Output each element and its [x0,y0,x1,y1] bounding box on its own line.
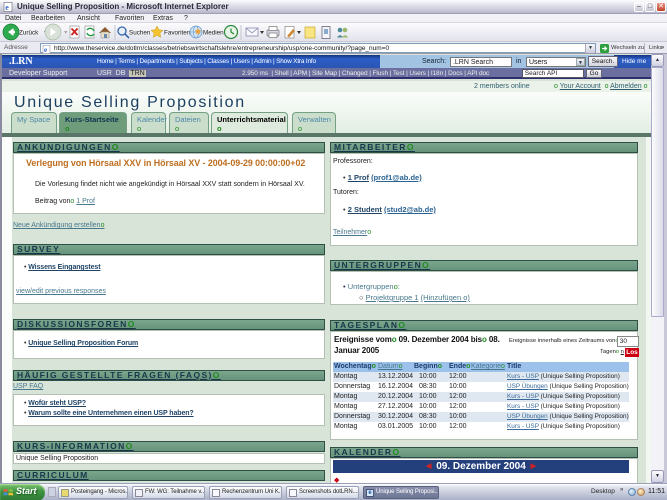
svg-text:e: e [5,3,9,12]
svg-text:Medien: Medien [203,30,224,37]
svg-text:Suchen: Suchen [129,30,151,37]
svg-text:Favoriten: Favoriten [164,30,191,37]
svg-text:e: e [44,46,47,54]
svg-text:Zurück: Zurück [19,30,39,37]
